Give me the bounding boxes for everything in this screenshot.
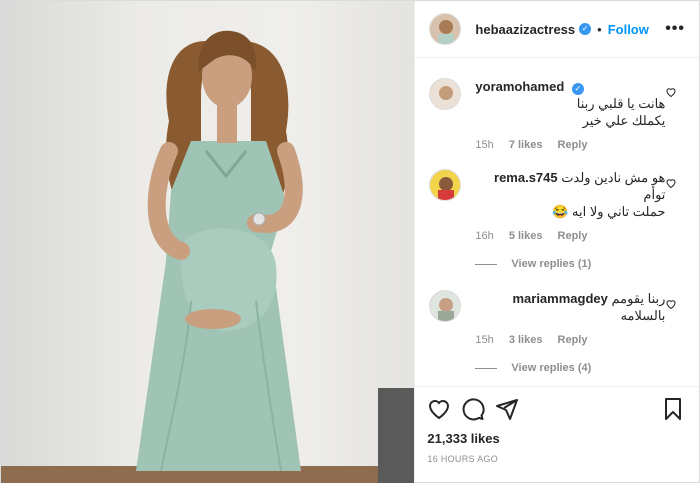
comment-item: yoramohamed ✓ هانت يا قلبي ربنا يكملك عل… <box>429 78 685 151</box>
comment-heart-icon[interactable] <box>665 177 677 189</box>
comment-icon[interactable] <box>461 397 485 421</box>
comment-text-line1: هانت يا قلبي ربنا <box>576 96 666 111</box>
commenter-avatar[interactable] <box>429 78 462 110</box>
comment-text-line2: حملت تاني ولا ايه 😂 <box>552 204 666 219</box>
commenter-avatar[interactable] <box>429 290 462 322</box>
comment-heart-icon[interactable] <box>665 86 677 98</box>
comment-likes[interactable]: 3 likes <box>509 334 543 346</box>
post-photo[interactable] <box>1 1 415 483</box>
comment-item: mariammagdey ربنا يقومم بالسلامه 15h 3 l… <box>429 290 685 346</box>
reply-button[interactable]: Reply <box>558 334 588 346</box>
more-options-button[interactable]: ••• <box>665 20 685 38</box>
comment-text-line1: ربنا يقومم <box>611 291 666 306</box>
author-avatar[interactable] <box>429 13 462 45</box>
commenter-avatar[interactable] <box>429 169 462 201</box>
comment-age: 15h <box>475 334 494 346</box>
comment-item: rema.s745 هو مش نادين ولدت توأم حملت تان… <box>429 169 685 242</box>
comment-meta: 15h 7 likes Reply <box>475 139 665 151</box>
post-timestamp[interactable]: 16 HOURS AGO <box>427 454 685 464</box>
comment-line1: rema.s745 هو مش نادين ولدت توأم <box>475 169 665 203</box>
separator-dot: • <box>597 21 602 37</box>
view-replies-button[interactable]: View replies (4) <box>475 362 685 374</box>
share-icon[interactable] <box>495 397 519 421</box>
comment-meta: 16h 5 likes Reply <box>475 230 665 242</box>
action-icons <box>427 397 685 421</box>
author-username[interactable]: hebaazizactress <box>475 22 575 37</box>
post-header: hebaazizactress ✓ • Follow ••• <box>415 1 699 58</box>
bookmark-icon[interactable] <box>661 397 685 421</box>
verified-badge-icon: ✓ <box>579 23 592 35</box>
comment-username[interactable]: rema.s745 <box>494 170 558 185</box>
post-panel: hebaazizactress ✓ • Follow ••• yoramoham… <box>414 1 699 483</box>
instagram-post: hebaazizactress ✓ • Follow ••• yoramoham… <box>0 0 700 483</box>
comment-username[interactable]: yoramohamed <box>475 79 564 94</box>
heart-icon[interactable] <box>427 397 451 421</box>
likes-count[interactable]: 21,333 likes <box>427 431 685 446</box>
comment-meta: 15h 3 likes Reply <box>475 334 665 346</box>
comment-line1: mariammagdey ربنا يقومم <box>475 290 665 307</box>
post-actions: 21,333 likes 16 HOURS AGO <box>415 386 699 483</box>
follow-button[interactable]: Follow <box>608 22 649 37</box>
comments-list: yoramohamed ✓ هانت يا قلبي ربنا يكملك عل… <box>415 58 699 386</box>
comment-username[interactable]: mariammagdey <box>512 291 607 306</box>
view-replies-label: View replies (1) <box>511 258 592 270</box>
replies-divider <box>475 367 498 369</box>
comment-text-line1: هو مش نادين ولدت توأم <box>561 170 666 202</box>
reply-button[interactable]: Reply <box>558 230 588 242</box>
comment-age: 16h <box>475 230 494 242</box>
verified-badge-icon: ✓ <box>571 83 584 95</box>
photo-figure <box>136 30 303 472</box>
comment-text-line2: يكملك علي خير <box>582 113 666 128</box>
replies-divider <box>475 263 498 265</box>
reply-button[interactable]: Reply <box>558 139 588 151</box>
comment-age: 15h <box>475 139 494 151</box>
comment-text-line2: بالسلامه <box>620 308 666 323</box>
view-replies-button[interactable]: View replies (1) <box>475 258 685 270</box>
comment-likes[interactable]: 7 likes <box>509 139 543 151</box>
view-replies-label: View replies (4) <box>511 362 592 374</box>
comment-heart-icon[interactable] <box>665 298 677 310</box>
comment-likes[interactable]: 5 likes <box>509 230 543 242</box>
